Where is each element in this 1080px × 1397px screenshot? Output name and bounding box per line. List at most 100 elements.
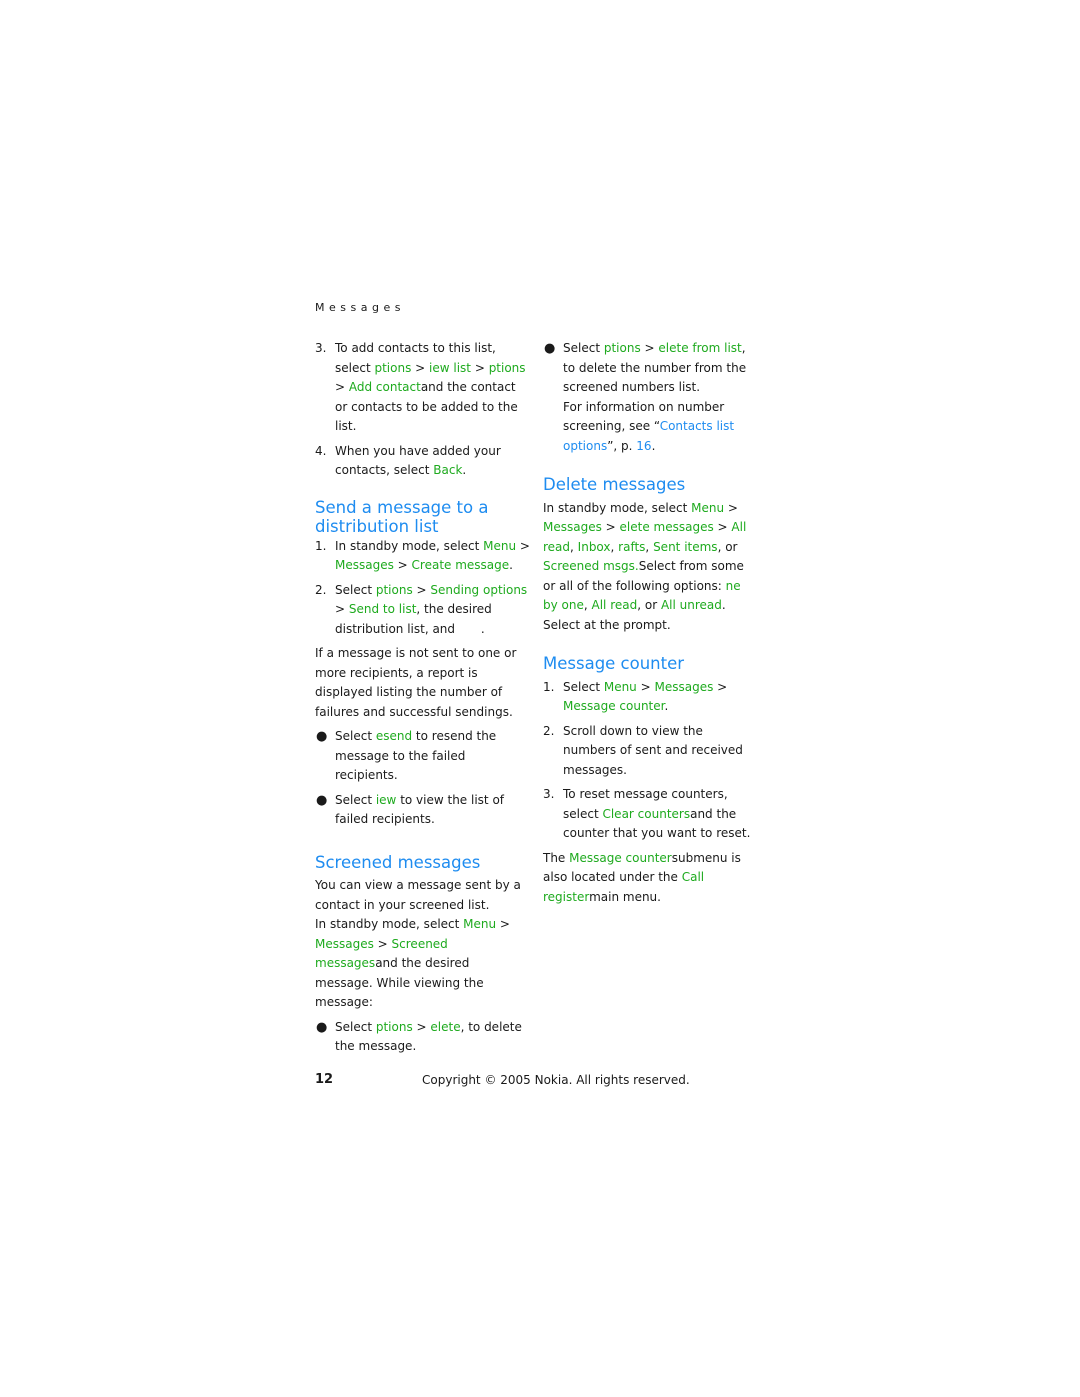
menu-item: iew — [375, 792, 397, 807]
menu-item: ptions — [374, 360, 412, 375]
right-column: ● Select ptions > elete from list, to de… — [543, 339, 758, 907]
page-reference-link[interactable]: 16 — [636, 439, 651, 453]
menu-item: Screened msgs. — [543, 559, 639, 573]
running-head: Messages — [315, 301, 405, 314]
menu-item: Menu — [463, 917, 497, 931]
separator: > — [471, 360, 489, 375]
paragraph: If a message is not sent to one or more … — [315, 646, 517, 719]
separator: > — [724, 500, 738, 515]
bullet-icon: ● — [316, 729, 328, 744]
text: The — [543, 850, 570, 865]
text: . — [480, 621, 485, 636]
step-number: 3. — [315, 341, 327, 355]
text: In standby mode, select — [543, 500, 692, 515]
separator: , — [570, 539, 578, 554]
separator: > — [411, 360, 430, 375]
bullet-item: ● Select iew to view the list of failed … — [315, 791, 530, 830]
menu-item: Messages — [543, 520, 602, 534]
text: When you have added your contacts, selec… — [335, 443, 501, 478]
separator: > — [713, 520, 732, 534]
list-item: 3. To add contacts to this list, select … — [315, 339, 530, 437]
bullet-icon: ● — [544, 341, 556, 356]
menu-item: Back — [433, 463, 463, 477]
text: . — [509, 558, 513, 572]
separator: > — [636, 679, 655, 694]
menu-item: Sending options — [430, 582, 528, 597]
menu-item: Menu — [691, 500, 725, 515]
list-item: 4. When you have added your contacts, se… — [315, 442, 530, 481]
separator: > — [373, 936, 392, 951]
menu-item: rafts — [618, 539, 646, 554]
menu-item: ptions — [488, 360, 526, 375]
menu-item: All read — [591, 598, 638, 612]
separator: , or — [717, 539, 738, 554]
text: Select — [335, 792, 376, 807]
menu-item: Message counter — [569, 850, 672, 865]
manual-page: Messages 3. To add contacts to this list… — [0, 0, 1080, 1397]
menu-item: Menu — [603, 679, 637, 694]
paragraph: In standby mode, select Menu > Messages … — [543, 499, 758, 636]
menu-item: All unread — [660, 598, 722, 612]
separator: , — [610, 539, 619, 554]
menu-item: Messages — [654, 679, 714, 694]
text: Select — [563, 679, 604, 694]
step-number: 2. — [543, 723, 555, 738]
section-heading: Delete messages — [543, 475, 686, 494]
menu-item: elete messages — [619, 520, 714, 534]
list-item: 2. Select ptions > Sending options > Sen… — [315, 581, 530, 640]
menu-item: Sent items — [653, 539, 718, 554]
menu-item: Inbox — [577, 539, 611, 554]
text: . — [664, 699, 669, 713]
menu-item: Messages — [335, 558, 394, 572]
section-heading: Screened messages — [315, 852, 481, 872]
bullet-item: ● Select ptions > elete from list, to de… — [543, 339, 758, 456]
separator: , or — [637, 598, 661, 612]
text: In standby mode, select — [315, 917, 464, 931]
menu-item: Add contact — [348, 380, 421, 394]
bullet-icon: ● — [316, 1019, 328, 1035]
separator: > — [393, 558, 412, 572]
menu-item: Messages — [315, 936, 374, 951]
list-item: 1. In standby mode, select Menu > Messag… — [315, 537, 530, 576]
menu-item: esend — [375, 729, 413, 743]
paragraph: You can view a message sent by a contact… — [315, 878, 521, 912]
list-item: 1. Select Menu > Messages > Message coun… — [543, 678, 758, 717]
menu-item: Send to list — [348, 602, 417, 616]
section-heading: Message counter — [543, 654, 685, 673]
separator: , — [583, 598, 592, 612]
text: ”, p. — [607, 438, 637, 453]
copyright-notice: Copyright © 2005 Nokia. All rights reser… — [422, 1073, 690, 1087]
separator: > — [496, 917, 510, 931]
menu-item: iew list — [429, 360, 471, 375]
step-number: 1. — [315, 538, 327, 553]
paragraph: The Message countersubmenu is also locat… — [543, 849, 758, 908]
list-item: 2. Scroll down to view the numbers of se… — [543, 722, 758, 781]
text: Select — [335, 729, 376, 743]
bullet-item: ● Select ptions > elete, to delete the m… — [315, 1018, 530, 1057]
paragraph: In standby mode, select Menu > Messages … — [315, 915, 530, 1013]
separator: > — [335, 380, 349, 394]
menu-item: elete from list — [658, 341, 742, 355]
menu-item: elete — [430, 1019, 461, 1034]
page-number: 12 — [315, 1072, 334, 1087]
text: Scroll down to view the numbers of sent … — [563, 723, 743, 777]
bullet-icon: ● — [316, 792, 328, 808]
separator: , — [645, 539, 654, 554]
step-number: 2. — [315, 582, 327, 597]
text: main menu. — [589, 889, 661, 904]
menu-item: ptions — [603, 341, 641, 355]
step-number: 3. — [543, 787, 555, 801]
left-column: 3. To add contacts to this list, select … — [315, 339, 530, 1062]
text: . — [462, 463, 467, 477]
menu-item: Menu — [483, 538, 517, 553]
bullet-item: ● Select esend to resend the message to … — [315, 727, 530, 786]
section-heading: Send a message to a distribution list — [315, 497, 489, 537]
menu-item: Message counter — [563, 699, 665, 713]
text: . — [651, 438, 656, 453]
separator: > — [516, 538, 530, 553]
text: Select — [335, 1019, 376, 1034]
step-number: 4. — [315, 443, 327, 458]
separator: > — [412, 582, 431, 597]
text: In standby mode, select — [335, 538, 484, 553]
separator: > — [713, 679, 728, 694]
